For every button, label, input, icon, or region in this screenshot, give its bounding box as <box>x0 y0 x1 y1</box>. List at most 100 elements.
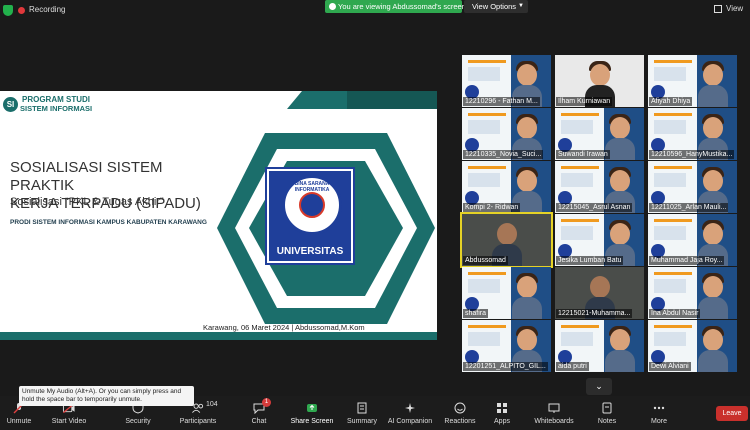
participant-name: 12215021-Muhamma... <box>556 309 633 318</box>
share-screen-button[interactable]: Share Screen <box>286 396 338 430</box>
avatar-face <box>703 223 723 245</box>
security-label: Security <box>125 418 151 425</box>
chevron-down-icon: ▼ <box>518 3 524 9</box>
participant-name: 12210296 - Fathan M... <box>463 97 540 106</box>
participant-tile[interactable]: aida putri <box>555 320 644 372</box>
participant-tile[interactable]: 12211025_Arlan Mauli... <box>648 161 737 213</box>
slide-prodi: PRODI SISTEM INFORMASI KAMPUS KABUPATEN … <box>10 219 207 226</box>
more-button[interactable]: More <box>640 396 678 430</box>
avatar-face <box>703 117 723 139</box>
avatar-body <box>698 85 728 107</box>
avatar-body <box>698 350 728 372</box>
notes-button[interactable]: Notes <box>588 396 626 430</box>
apps-icon <box>497 403 507 413</box>
participant-tile[interactable]: 12210335_Novia_Suci... <box>462 108 551 160</box>
view-options-button[interactable]: View Options ▼ <box>464 0 528 13</box>
participant-tile[interactable]: 12210596_HanyMustika... <box>648 108 737 160</box>
summary-button[interactable]: Summary <box>342 396 382 430</box>
sparkle-icon <box>405 403 415 413</box>
slide-footer: Karawang, 06 Maret 2024 | Abdussomad,M.K… <box>203 323 365 332</box>
avatar-face <box>610 223 630 245</box>
person-face <box>497 223 517 245</box>
participants-count: 104 <box>206 401 218 408</box>
avatar-face <box>517 276 537 298</box>
unmute-tooltip: Unmute My Audio (Alt+A). Or you can simp… <box>19 386 194 406</box>
participant-name: Muhammad Jaja Roy... <box>649 256 725 265</box>
participant-tile[interactable]: Abdussomad <box>460 212 553 268</box>
participant-name: shafira <box>463 309 489 318</box>
avatar-face <box>517 64 537 86</box>
reactions-button[interactable]: Reactions <box>440 396 480 430</box>
avatar-face <box>703 276 723 298</box>
shield-icon[interactable] <box>3 5 13 16</box>
avatar-body <box>605 350 635 372</box>
notes-icon <box>602 402 612 414</box>
top-bar: Recording You are viewing Abdussomad's s… <box>0 0 750 22</box>
gallery-view-icon[interactable] <box>714 5 722 13</box>
program-logo-icon: SI <box>3 97 18 112</box>
participant-name: Abdussomad <box>463 256 508 265</box>
logo-top: BINA SARANA INFORMATIKA <box>269 171 351 243</box>
avatar-face <box>517 170 537 192</box>
apps-label: Apps <box>494 418 510 425</box>
share-screen-icon <box>307 404 317 412</box>
participant-tile[interactable]: Afiyah Dhiya <box>648 55 737 107</box>
program-logo-line1: PROGRAM STUDI <box>22 95 90 104</box>
participant-tile[interactable]: Kompi 2- Ridwan <box>462 161 551 213</box>
participant-name: Ilham Kurniawan <box>556 97 613 106</box>
participant-tile[interactable]: 12201251_ALPITO_GIL... <box>462 320 551 372</box>
logo-label: UNIVERSITAS <box>269 243 351 261</box>
slide-footer-band <box>0 332 437 340</box>
slide-title-line1: SOSIALISASI SISTEM PRAKTIK <box>10 159 163 194</box>
avatar-face <box>517 329 537 351</box>
smile-icon <box>454 402 466 414</box>
university-logo: BINA SARANA INFORMATIKA UNIVERSITAS <box>265 167 355 265</box>
avatar-face <box>703 329 723 351</box>
chevron-down-icon[interactable]: ⌄ <box>586 378 612 395</box>
participant-tile[interactable]: Suwandi Irawan <box>555 108 644 160</box>
participant-tile[interactable]: 12210296 - Fathan M... <box>462 55 551 107</box>
participant-name: 12211025_Arlan Mauli... <box>649 203 729 212</box>
participant-name: Suwandi Irawan <box>556 150 610 159</box>
participant-name: aida putri <box>556 362 589 371</box>
participant-tile[interactable]: Dewi Alviani <box>648 320 737 372</box>
avatar-face <box>610 170 630 192</box>
start-video-label: Start Video <box>51 418 87 425</box>
avatar-face <box>610 117 630 139</box>
more-icon <box>653 406 665 410</box>
participant-name: Dewi Alviani <box>649 362 691 371</box>
recording-label: Recording <box>29 5 66 14</box>
participant-name: Ina Abdul Nasir <box>649 309 701 318</box>
summary-label: Summary <box>347 418 377 425</box>
participant-tile[interactable]: 12215021-Muhamma... <box>555 267 644 319</box>
shared-screen: SI PROGRAM STUDI SISTEM INFORMASI BINA S… <box>0 91 437 340</box>
participant-name: Kompi 2- Ridwan <box>463 203 521 212</box>
viewing-banner: You are viewing Abdussomad's screen <box>325 0 466 13</box>
participant-name: Afiyah Dhiya <box>649 97 693 106</box>
program-logo-line2: SISTEM INFORMASI <box>20 104 93 113</box>
participant-tile[interactable]: 12215045_Asrul Asnan <box>555 161 644 213</box>
participant-name: Jesika Lumban Batu <box>556 256 624 265</box>
share-screen-label: Share Screen <box>290 418 334 425</box>
bsi-emblem-icon <box>299 192 325 218</box>
participant-tile[interactable]: Muhammad Jaja Roy... <box>648 214 737 266</box>
view-options-label: View Options <box>472 2 517 11</box>
whiteboards-button[interactable]: Whiteboards <box>528 396 580 430</box>
participant-tile[interactable]: Ilham Kurniawan <box>555 55 644 107</box>
viewing-banner-text: You are viewing Abdussomad's screen <box>338 2 466 11</box>
chat-unread-badge: 1 <box>262 398 271 407</box>
leave-button[interactable]: Leave <box>716 406 748 421</box>
participant-tile[interactable]: Jesika Lumban Batu <box>555 214 644 266</box>
apps-button[interactable]: Apps <box>484 396 520 430</box>
chat-button[interactable]: Chat <box>236 396 282 430</box>
chat-label: Chat <box>251 418 267 425</box>
participant-tile[interactable]: shafira <box>462 267 551 319</box>
reactions-label: Reactions <box>444 418 476 425</box>
ai-companion-button[interactable]: AI Companion <box>386 396 434 430</box>
participant-tile[interactable]: Ina Abdul Nasir <box>648 267 737 319</box>
view-button[interactable]: View <box>726 4 743 13</box>
avatar-face <box>703 64 723 86</box>
person-face <box>590 276 610 298</box>
notes-label: Notes <box>597 418 617 425</box>
participants-label: Participants <box>179 418 217 425</box>
